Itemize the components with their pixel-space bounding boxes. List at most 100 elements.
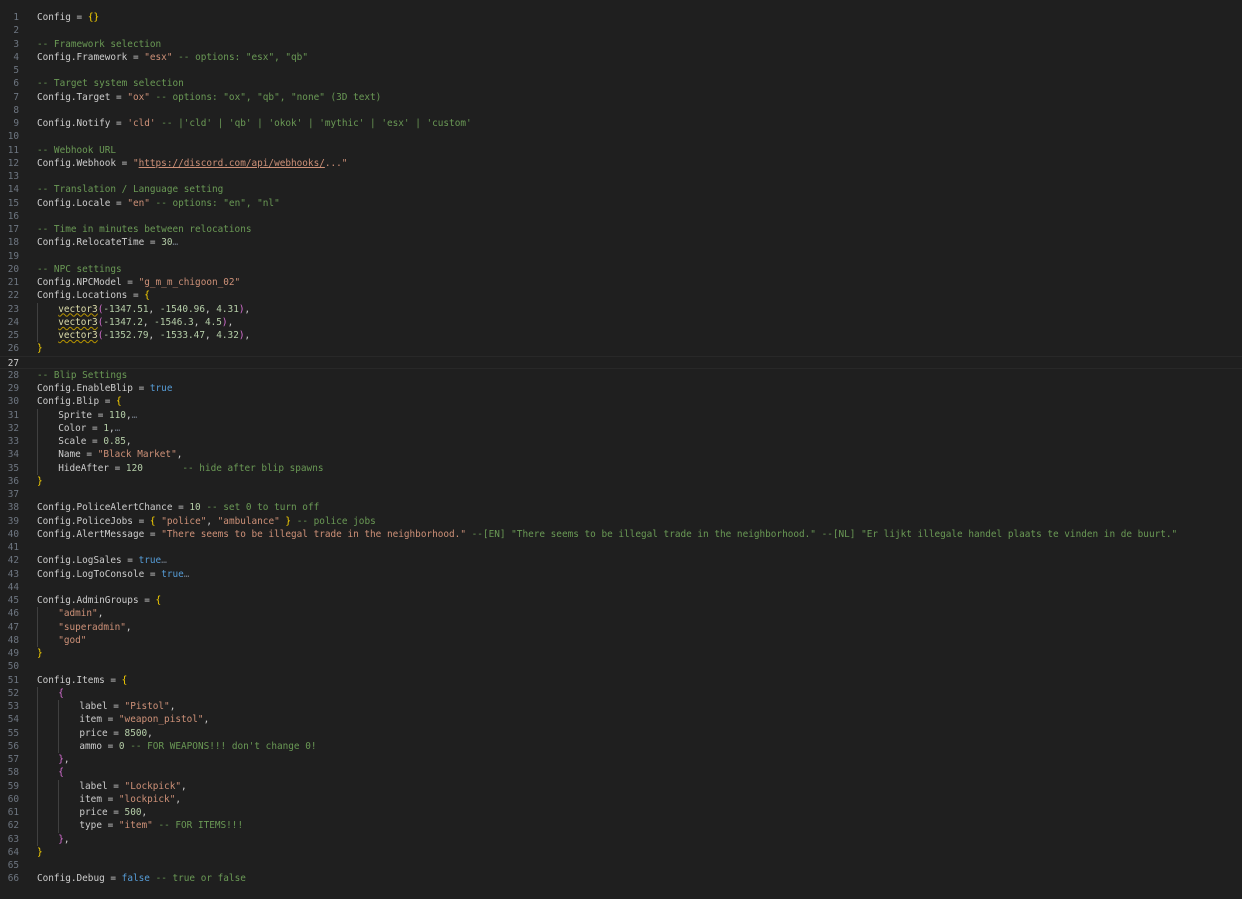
code-line[interactable]: 26}: [0, 342, 1242, 355]
code-line[interactable]: 57},: [0, 753, 1242, 767]
code-content[interactable]: Config.NPCModel = "g_m_m_chigoon_02": [37, 276, 240, 289]
code-line[interactable]: 18 Config.RelocateTime = 30…: [0, 236, 1242, 249]
code-line[interactable]: 25 vector3(-1352.79, -1533.47, 4.32),: [0, 329, 1242, 343]
code-line[interactable]: 49}: [0, 647, 1242, 660]
code-line[interactable]: 37: [0, 488, 1242, 501]
code-line[interactable]: 47 "superadmin",: [0, 620, 1242, 634]
code-line[interactable]: 51 Config.Items = {: [0, 674, 1242, 687]
code-line[interactable]: 7 Config.Target = "ox" -- options: "ox", …: [0, 91, 1242, 104]
code-line[interactable]: 59 label = "Lockpick",: [0, 779, 1242, 793]
code-content[interactable]: {: [58, 687, 64, 700]
code-content[interactable]: Config.Webhook = "https://discord.com/ap…: [37, 157, 347, 170]
code-line[interactable]: 42 Config.LogSales = true…: [0, 554, 1242, 567]
url-link[interactable]: https://discord.com/api/webhooks/: [139, 158, 325, 169]
code-line[interactable]: 1 Config = {}: [0, 11, 1242, 24]
code-line[interactable]: 36}: [0, 475, 1242, 488]
code-content[interactable]: Config.LogToConsole = true…: [37, 568, 189, 581]
code-line[interactable]: 22 Config.Locations = {: [0, 289, 1242, 302]
code-content[interactable]: -- NPC settings: [37, 263, 122, 276]
code-line[interactable]: 21 Config.NPCModel = "g_m_m_chigoon_02": [0, 276, 1242, 289]
code-line[interactable]: 11 -- Webhook URL: [0, 144, 1242, 157]
code-line[interactable]: 29 Config.EnableBlip = true: [0, 382, 1242, 395]
code-line[interactable]: 44: [0, 581, 1242, 594]
code-line[interactable]: 65: [0, 859, 1242, 872]
code-content[interactable]: -- Translation / Language setting: [37, 183, 223, 196]
code-line[interactable]: 60 item = "lockpick",: [0, 792, 1242, 806]
code-line[interactable]: 13: [0, 170, 1242, 183]
code-content[interactable]: },: [58, 833, 69, 846]
code-content[interactable]: -- Target system selection: [37, 77, 184, 90]
code-line[interactable]: 38 Config.PoliceAlertChance = 10 -- set 0…: [0, 501, 1242, 514]
code-line[interactable]: 48 "god": [0, 633, 1242, 647]
code-line[interactable]: 15 Config.Locale = "en" -- options: "en",…: [0, 197, 1242, 210]
code-content[interactable]: vector3(-1347.2, -1546.3, 4.5),: [58, 316, 233, 329]
code-line[interactable]: 14 -- Translation / Language setting: [0, 183, 1242, 196]
code-content[interactable]: Config.PoliceAlertChance = 10 -- set 0 t…: [37, 501, 319, 514]
code-content[interactable]: Config.LogSales = true…: [37, 554, 167, 567]
code-content[interactable]: -- Framework selection: [37, 38, 161, 51]
code-line[interactable]: 54 item = "weapon_pistol",: [0, 713, 1242, 727]
code-content[interactable]: },: [58, 753, 69, 766]
code-content[interactable]: Config.EnableBlip = true: [37, 382, 172, 395]
code-content[interactable]: Name = "Black Market",: [58, 448, 182, 461]
code-content[interactable]: -- Blip Settings: [37, 369, 127, 382]
code-line[interactable]: 17 -- Time in minutes between relocations: [0, 223, 1242, 236]
code-line[interactable]: 39 Config.PoliceJobs = { "police", "ambul…: [0, 515, 1242, 528]
code-line[interactable]: 2: [0, 24, 1242, 37]
code-content[interactable]: item = "weapon_pistol",: [79, 713, 209, 726]
code-content[interactable]: "god": [58, 634, 86, 647]
code-content[interactable]: price = 8500,: [79, 727, 152, 740]
code-content[interactable]: Config = {}: [37, 11, 99, 24]
code-line[interactable]: 32 Color = 1,…: [0, 421, 1242, 435]
code-line[interactable]: 31 Sprite = 110,…: [0, 408, 1242, 422]
code-line[interactable]: 53 label = "Pistol",: [0, 700, 1242, 714]
code-line[interactable]: 45 Config.AdminGroups = {: [0, 594, 1242, 607]
code-content[interactable]: {: [58, 766, 64, 779]
code-content[interactable]: item = "lockpick",: [79, 793, 181, 806]
code-line[interactable]: 27: [0, 355, 1242, 369]
code-line[interactable]: 41: [0, 541, 1242, 554]
code-content[interactable]: Config.PoliceJobs = { "police", "ambulan…: [37, 515, 376, 528]
code-line[interactable]: 4 Config.Framework = "esx" -- options: "e…: [0, 51, 1242, 64]
code-content[interactable]: Config.Items = {: [37, 674, 127, 687]
code-content[interactable]: -- Time in minutes between relocations: [37, 223, 251, 236]
code-content[interactable]: Config.Target = "ox" -- options: "ox", "…: [37, 91, 381, 104]
code-content[interactable]: }: [37, 647, 43, 660]
code-line[interactable]: 8: [0, 104, 1242, 117]
code-content[interactable]: ammo = 0 -- FOR WEAPONS!!! don't change …: [79, 740, 316, 753]
code-content[interactable]: HideAfter = 120 -- hide after blip spawn…: [58, 462, 323, 475]
code-content[interactable]: }: [37, 846, 43, 859]
code-line[interactable]: 43 Config.LogToConsole = true…: [0, 568, 1242, 581]
code-line[interactable]: 33 Scale = 0.85,: [0, 435, 1242, 449]
code-content[interactable]: "admin",: [58, 607, 103, 620]
code-content[interactable]: vector3(-1347.51, -1540.96, 4.31),: [58, 303, 250, 316]
code-content[interactable]: "superadmin",: [58, 621, 131, 634]
code-line[interactable]: 12 Config.Webhook = "https://discord.com/…: [0, 157, 1242, 170]
code-line[interactable]: 28 -- Blip Settings: [0, 369, 1242, 382]
code-line[interactable]: 62 type = "item" -- FOR ITEMS!!!: [0, 819, 1242, 833]
code-content[interactable]: Config.Locations = {: [37, 289, 150, 302]
code-content[interactable]: Config.Blip = {: [37, 395, 122, 408]
code-line[interactable]: 56 ammo = 0 -- FOR WEAPONS!!! don't chang…: [0, 739, 1242, 753]
code-content[interactable]: Color = 1,…: [58, 422, 120, 435]
code-line[interactable]: 61 price = 500,: [0, 806, 1242, 820]
code-editor[interactable]: 1 Config = {} 2 3 -- Framework selection 4 Con…: [0, 11, 1242, 899]
code-content[interactable]: Config.Debug = false -- true or false: [37, 872, 246, 885]
code-content[interactable]: Sprite = 110,…: [58, 409, 137, 422]
code-line[interactable]: 9 Config.Notify = 'cld' -- |'cld' | 'qb' …: [0, 117, 1242, 130]
code-content[interactable]: label = "Pistol",: [79, 700, 175, 713]
code-line[interactable]: 58 {: [0, 766, 1242, 780]
code-line[interactable]: 63},: [0, 832, 1242, 846]
code-line[interactable]: 34 Name = "Black Market",: [0, 448, 1242, 462]
code-line[interactable]: 5: [0, 64, 1242, 77]
code-line[interactable]: 55 price = 8500,: [0, 726, 1242, 740]
code-line[interactable]: 24 vector3(-1347.2, -1546.3, 4.5),: [0, 315, 1242, 329]
code-line[interactable]: 19: [0, 250, 1242, 263]
code-content[interactable]: -- Webhook URL: [37, 144, 116, 157]
code-content[interactable]: vector3(-1352.79, -1533.47, 4.32),: [58, 329, 250, 342]
code-content[interactable]: Scale = 0.85,: [58, 435, 131, 448]
code-line[interactable]: 16: [0, 210, 1242, 223]
code-line[interactable]: 40 Config.AlertMessage = "There seems to …: [0, 528, 1242, 541]
code-line[interactable]: 64}: [0, 846, 1242, 859]
code-line[interactable]: 52 {: [0, 686, 1242, 700]
